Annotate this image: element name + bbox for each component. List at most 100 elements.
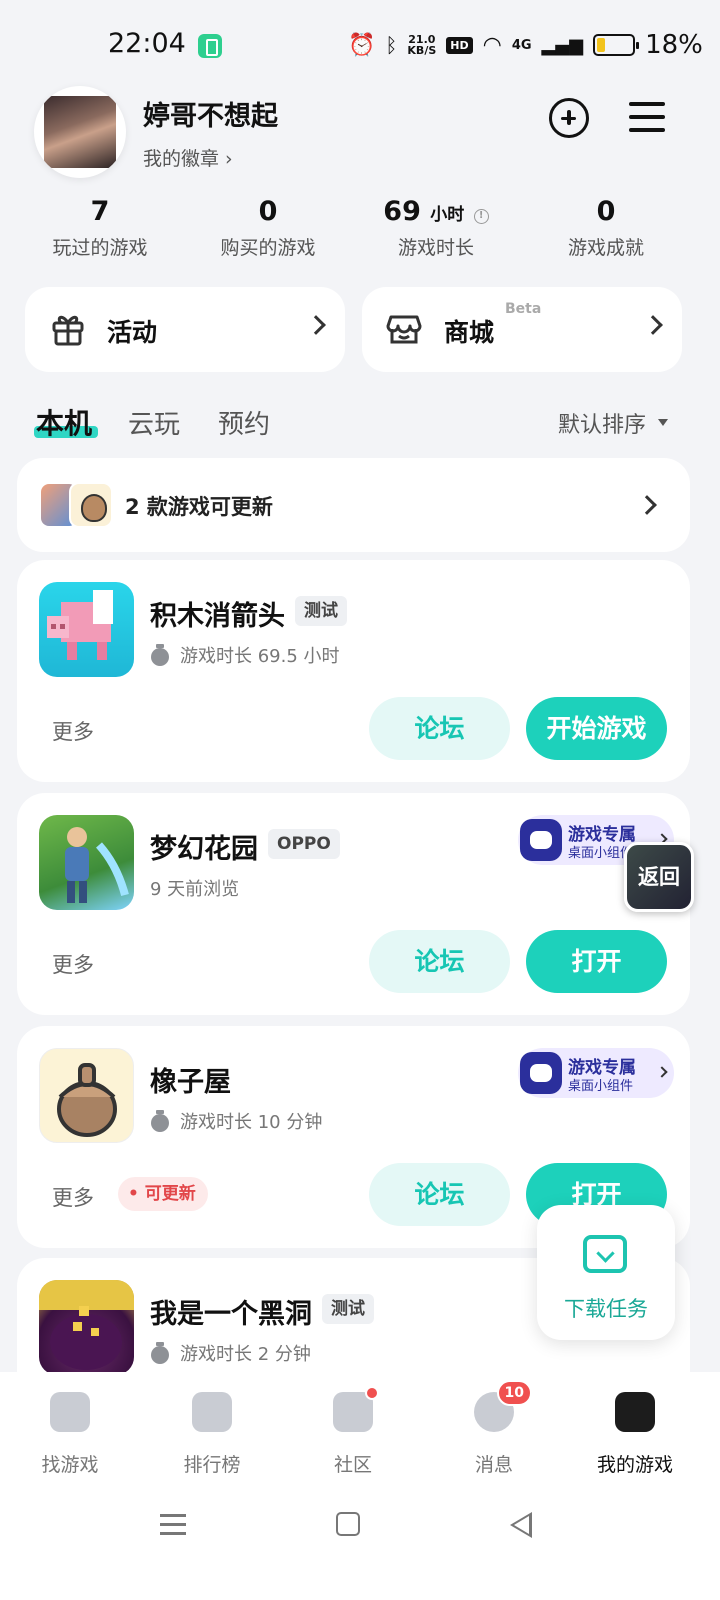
game-card[interactable]: 积木消箭头 测试 游戏时长 69.5 小时 更多 论坛 开始游戏 (17, 560, 690, 782)
game-subtitle: 游戏时长 10 分钟 (150, 1108, 322, 1134)
game-playtime: 游戏时长 2 分钟 (180, 1344, 311, 1365)
stat-play-time[interactable]: 69 小时 ! 游戏时长 (366, 196, 506, 260)
gift-icon (52, 315, 84, 346)
stat-label: 玩过的游戏 (52, 237, 148, 259)
nav-rankings[interactable]: 排行榜 (142, 1392, 282, 1477)
signal-icon: 4G (511, 37, 532, 53)
wifi-icon: ◠ (482, 32, 502, 58)
game-tag: OPPO (268, 829, 340, 859)
stat-achievements[interactable]: 0 游戏成就 (536, 196, 676, 260)
stat-label: 购买的游戏 (220, 237, 316, 259)
chevron-right-icon (643, 315, 663, 335)
alarm-icon: ⏰ (348, 32, 376, 58)
game-icon[interactable] (39, 582, 134, 677)
game-tag: 测试 (295, 596, 347, 626)
store-label: 商城 (444, 318, 495, 347)
tab-local[interactable]: 本机 (36, 402, 92, 442)
chevron-right-icon (656, 1066, 668, 1078)
game-playtime: 游戏时长 69.5 小时 (180, 646, 340, 667)
beta-badge: Beta (505, 301, 542, 317)
net-speed: 21.0 KB/S (407, 34, 436, 56)
activity-card[interactable]: 活动 (25, 287, 345, 372)
status-time: 22:04 (108, 28, 186, 59)
game-icon-thumb (69, 482, 113, 528)
game-icon[interactable] (39, 1280, 134, 1375)
stat-bought-games[interactable]: 0 购买的游戏 (198, 196, 338, 260)
nav-label: 我的游戏 (596, 1454, 673, 1476)
game-tag: 测试 (322, 1294, 374, 1324)
game-name: 橡子屋 (150, 1067, 231, 1098)
sort-dropdown[interactable]: 默认排序 (558, 407, 646, 439)
tab-reserve[interactable]: 预约 (218, 404, 270, 441)
message-icon: 10 (474, 1380, 532, 1432)
info-icon[interactable]: ! (473, 209, 489, 224)
timer-icon (150, 1342, 170, 1364)
game-icon[interactable] (39, 1048, 134, 1143)
acorn-icon (57, 1063, 117, 1137)
updatable-text: 可更新 (144, 1184, 196, 1204)
game-icon[interactable] (39, 815, 134, 910)
store-card[interactable]: 商城 Beta (362, 287, 682, 372)
game-name: 梦幻花园 (150, 834, 258, 865)
add-button[interactable] (549, 98, 589, 138)
net-speed-unit: KB/S (407, 44, 437, 57)
nav-my-games[interactable]: 我的游戏 (565, 1392, 705, 1477)
nav-messages[interactable]: 10 消息 (424, 1380, 564, 1477)
hd-icon: HD (446, 36, 473, 54)
avatar-image (44, 96, 116, 168)
updates-text: 2 款游戏可更新 (125, 495, 273, 519)
nav-label: 排行榜 (183, 1454, 241, 1476)
more-button[interactable]: 更多 (52, 1182, 94, 1212)
widget-subtitle: 桌面小组件 (568, 1079, 634, 1094)
updatable-badge[interactable]: • 可更新 (118, 1177, 208, 1211)
notification-dot (365, 1386, 379, 1400)
download-tasks-label: 下载任务 (564, 1297, 648, 1321)
download-tasks-button[interactable]: 下载任务 (537, 1205, 675, 1340)
back-button[interactable] (510, 1512, 532, 1538)
bluetooth-icon: ᛒ (385, 33, 398, 57)
avatar[interactable] (34, 86, 126, 178)
gardener-icon (65, 827, 129, 903)
download-icon (583, 1235, 627, 1273)
notification-app-icon (198, 34, 222, 58)
stat-value-row: 69 小时 ! (366, 196, 506, 227)
desktop-widget-button[interactable]: 游戏专属 桌面小组件 (518, 1048, 674, 1098)
more-button[interactable]: 更多 (52, 716, 94, 746)
nav-community[interactable]: 社区 (283, 1386, 423, 1477)
activity-label: 活动 (107, 318, 158, 347)
gamepad-icon (520, 1052, 562, 1094)
caret-down-icon (658, 419, 668, 426)
forum-button[interactable]: 论坛 (369, 930, 510, 993)
bottom-navigation: 找游戏 排行榜 社区 10 消息 我的游戏 (0, 1372, 720, 1600)
stat-label: 游戏时长 (397, 237, 474, 259)
find-games-icon (50, 1392, 90, 1432)
signal-bars-icon: ▂▄▆ (541, 34, 584, 56)
start-game-button[interactable]: 开始游戏 (526, 697, 667, 760)
stat-played-games[interactable]: 7 玩过的游戏 (30, 196, 170, 260)
tab-cloud[interactable]: 云玩 (128, 404, 180, 441)
forum-button[interactable]: 论坛 (369, 697, 510, 760)
updates-available-bar[interactable]: 2 款游戏可更新 (17, 458, 690, 552)
rankings-icon (192, 1392, 232, 1432)
open-button[interactable]: 打开 (526, 930, 667, 993)
battery-percent: 18% (645, 30, 703, 60)
home-button[interactable] (336, 1512, 360, 1536)
gamepad-icon (520, 819, 562, 861)
menu-button[interactable] (629, 102, 665, 132)
game-card[interactable]: 梦幻花园 OPPO 9 天前浏览 游戏专属 桌面小组件 更多 论坛 打开 (17, 793, 690, 1015)
recent-apps-button[interactable] (160, 1514, 186, 1536)
forum-button[interactable]: 论坛 (369, 1163, 510, 1226)
chevron-right-icon (306, 315, 326, 335)
game-subtitle: 9 天前浏览 (150, 879, 240, 900)
gamepad-icon (615, 1392, 655, 1432)
timer-icon (150, 1110, 170, 1132)
nav-find-games[interactable]: 找游戏 (0, 1392, 140, 1477)
return-floating-button[interactable]: 返回 (624, 842, 694, 912)
more-button[interactable]: 更多 (52, 949, 94, 979)
status-icons: ⏰ ᛒ 21.0 KB/S HD ◠ 4G ▂▄▆ 18% (348, 30, 703, 60)
game-subtitle: 游戏时长 2 分钟 (150, 1340, 311, 1366)
game-subtitle: 游戏时长 69.5 小时 (150, 642, 340, 668)
stat-value: 0 (596, 196, 616, 227)
my-badges-link[interactable]: 我的徽章 › (143, 144, 233, 171)
username[interactable]: 婷哥不想起 (143, 94, 278, 133)
